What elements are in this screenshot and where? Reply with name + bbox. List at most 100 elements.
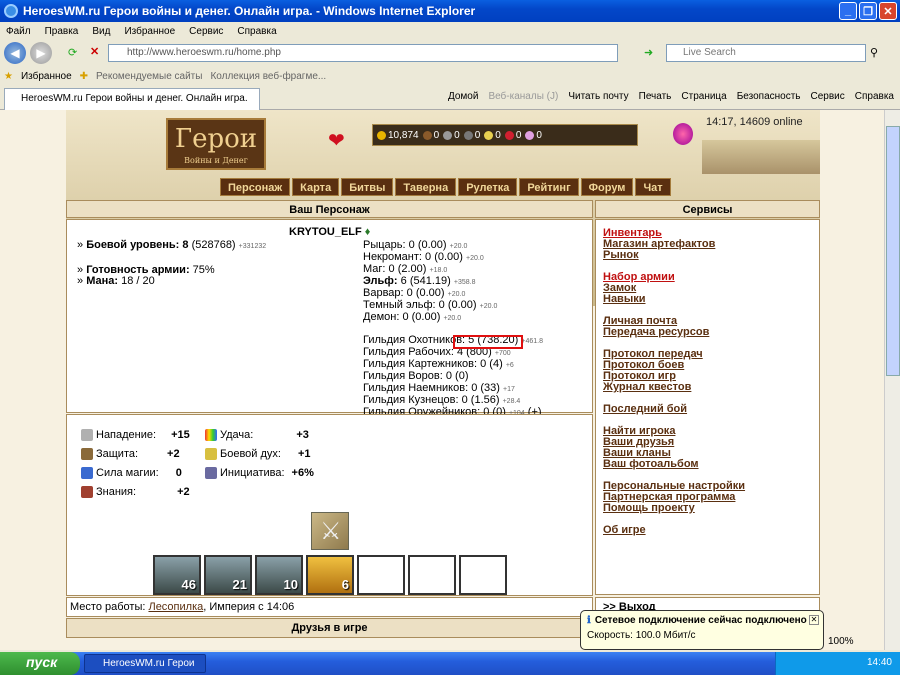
mercury-icon — [463, 130, 473, 140]
attack-icon — [81, 429, 93, 441]
menu-file[interactable]: Файл — [6, 26, 31, 37]
network-balloon: ℹ Сетевое подключение сейчас подключено С… — [580, 610, 824, 650]
gold-icon — [377, 130, 386, 140]
menu-bar: Файл Правка Вид Избранное Сервис Справка — [0, 22, 900, 40]
ore-value: 0 — [454, 129, 460, 141]
nav-tavern[interactable]: Таверна — [395, 178, 457, 196]
knowledge-icon — [81, 486, 93, 498]
zoom-level[interactable]: 100% — [828, 636, 854, 647]
menu-edit[interactable]: Правка — [45, 26, 79, 37]
cmd-mail[interactable]: Читать почту — [568, 91, 628, 102]
troop-slot[interactable]: 21 — [204, 555, 252, 595]
sulfur-value: 0 — [495, 129, 501, 141]
nav-character[interactable]: Персонаж — [220, 178, 291, 196]
tab-bar: HeroesWM.ru Герои войны и денег. Онлайн … — [0, 86, 900, 110]
balloon-text: Скорость: 100.0 Мбит/с — [587, 630, 696, 641]
menu-help[interactable]: Справка — [237, 26, 276, 37]
character-panel-title: Ваш Персонаж — [66, 200, 593, 218]
taskbar: пуск HeroesWM.ru Герои ... EN 14:40 — [0, 652, 900, 675]
crystal-value: 0 — [515, 129, 522, 141]
nav-map[interactable]: Карта — [292, 178, 340, 196]
fav-item-gallery[interactable]: Коллекция веб-фрагме... — [210, 71, 326, 82]
taskbar-ie-button[interactable]: HeroesWM.ru Герои ... — [84, 654, 206, 675]
skill-defense: Защита: +2 — [81, 448, 180, 460]
service-link[interactable]: Передача ресурсов — [603, 327, 812, 338]
favorites-button[interactable]: Избранное — [21, 71, 72, 82]
services-panel: Инвентарь Магазин артефактов Рынок Набор ар… — [595, 219, 820, 595]
character-panel: KRYTOU_ELF ♦ » Боевой уровень: 8 (528768… — [66, 219, 593, 418]
cmd-tools[interactable]: Сервис — [811, 91, 845, 102]
balloon-close-button[interactable]: ✕ — [809, 615, 819, 625]
command-bar: Домой Веб-каналы (J) Читать почту Печать… — [448, 91, 894, 102]
level-value: 8 — [182, 239, 189, 251]
service-link[interactable]: Ваш фотоальбом — [603, 459, 812, 470]
cmd-page[interactable]: Страница — [681, 91, 726, 102]
wood-value: 0 — [433, 129, 440, 141]
troop-slot[interactable]: 10 — [255, 555, 303, 595]
cmd-feeds[interactable]: Веб-каналы (J) — [488, 91, 558, 102]
search-icon[interactable]: ⚲ — [870, 46, 878, 59]
maximize-button[interactable]: ❐ — [859, 2, 877, 20]
add-favorite-icon[interactable]: ✚ — [80, 71, 88, 82]
stop-icon[interactable]: ✕ — [90, 45, 99, 58]
menu-tools[interactable]: Сервис — [189, 26, 223, 37]
initiative-icon — [205, 467, 217, 479]
logo-subtext: Войны и Денег — [184, 156, 248, 165]
fav-item-recommended[interactable]: Рекомендуемые сайты — [96, 71, 202, 82]
scrollbar-thumb[interactable] — [886, 126, 900, 376]
luck-icon — [205, 429, 217, 441]
cmd-help[interactable]: Справка — [855, 91, 894, 102]
nav-rating[interactable]: Рейтинг — [519, 178, 579, 196]
search-input[interactable]: Live Search — [666, 44, 866, 62]
troop-slot[interactable]: 6 — [306, 555, 354, 595]
forward-button[interactable]: ▶ — [30, 42, 52, 64]
nav-battles[interactable]: Битвы — [341, 178, 394, 196]
nav-roulette[interactable]: Рулетка — [458, 178, 518, 196]
level-label: Боевой уровень: — [86, 239, 180, 251]
highlight-box — [453, 335, 523, 349]
faction-list: Рыцарь: 0 (0.00) +20.0 Некромант: 0 (0.00… — [363, 240, 543, 419]
skill-morale: Боевой дух: +1 — [205, 448, 311, 460]
ie-icon — [4, 4, 18, 18]
menu-favorites[interactable]: Избранное — [124, 26, 175, 37]
cmd-safety[interactable]: Безопасность — [737, 91, 801, 102]
cmd-home[interactable]: Домой — [448, 91, 478, 102]
service-link[interactable]: Журнал квестов — [603, 382, 812, 393]
service-link[interactable]: Об игре — [603, 525, 812, 536]
go-icon[interactable]: ➜ — [644, 46, 653, 59]
online-status: 14:17, 14609 online — [706, 116, 803, 128]
page-scrollbar[interactable] — [884, 110, 900, 650]
troop-slot[interactable]: 46 — [153, 555, 201, 595]
minimize-button[interactable]: _ — [839, 2, 857, 20]
service-link[interactable]: Последний бой — [603, 404, 812, 415]
menu-view[interactable]: Вид — [92, 26, 110, 37]
close-button[interactable]: ✕ — [879, 2, 897, 20]
skill-spellpower: Сила магии: 0 — [81, 467, 182, 479]
crystal-icon — [504, 130, 514, 140]
cmd-print[interactable]: Печать — [639, 91, 672, 102]
weapon-slot[interactable]: ⚔ — [311, 512, 349, 550]
start-button[interactable]: пуск — [0, 652, 80, 675]
gems-icon — [525, 130, 535, 140]
clock: 14:40 — [866, 657, 892, 668]
service-link[interactable]: Помощь проекту — [603, 503, 812, 514]
workplace-link[interactable]: Лесопилка — [148, 601, 203, 613]
skill-knowledge: Знания: +2 — [81, 486, 190, 498]
skill-attack: Нападение: +15 — [81, 429, 190, 441]
troop-slot-empty[interactable] — [408, 555, 456, 595]
refresh-icon[interactable]: ⟳ — [68, 46, 77, 59]
nav-forum[interactable]: Форум — [580, 178, 634, 196]
elf-faction-icon: ♦ — [364, 226, 371, 238]
troop-slot-empty[interactable] — [459, 555, 507, 595]
mana-label: Мана: — [86, 275, 119, 287]
army-value: 75% — [192, 264, 215, 276]
service-link[interactable]: Навыки — [603, 294, 812, 305]
url-input[interactable]: http://www.heroeswm.ru/home.php — [108, 44, 618, 62]
browser-tab[interactable]: HeroesWM.ru Герои войны и денег. Онлайн … — [4, 88, 260, 110]
nav-chat[interactable]: Чат — [635, 178, 671, 196]
level-next: +331232 — [238, 243, 267, 250]
service-link[interactable]: Рынок — [603, 250, 812, 261]
troop-slot-empty[interactable] — [357, 555, 405, 595]
game-logo[interactable]: Герои Войны и Денег — [166, 118, 266, 170]
back-button[interactable]: ◀ — [4, 42, 26, 64]
